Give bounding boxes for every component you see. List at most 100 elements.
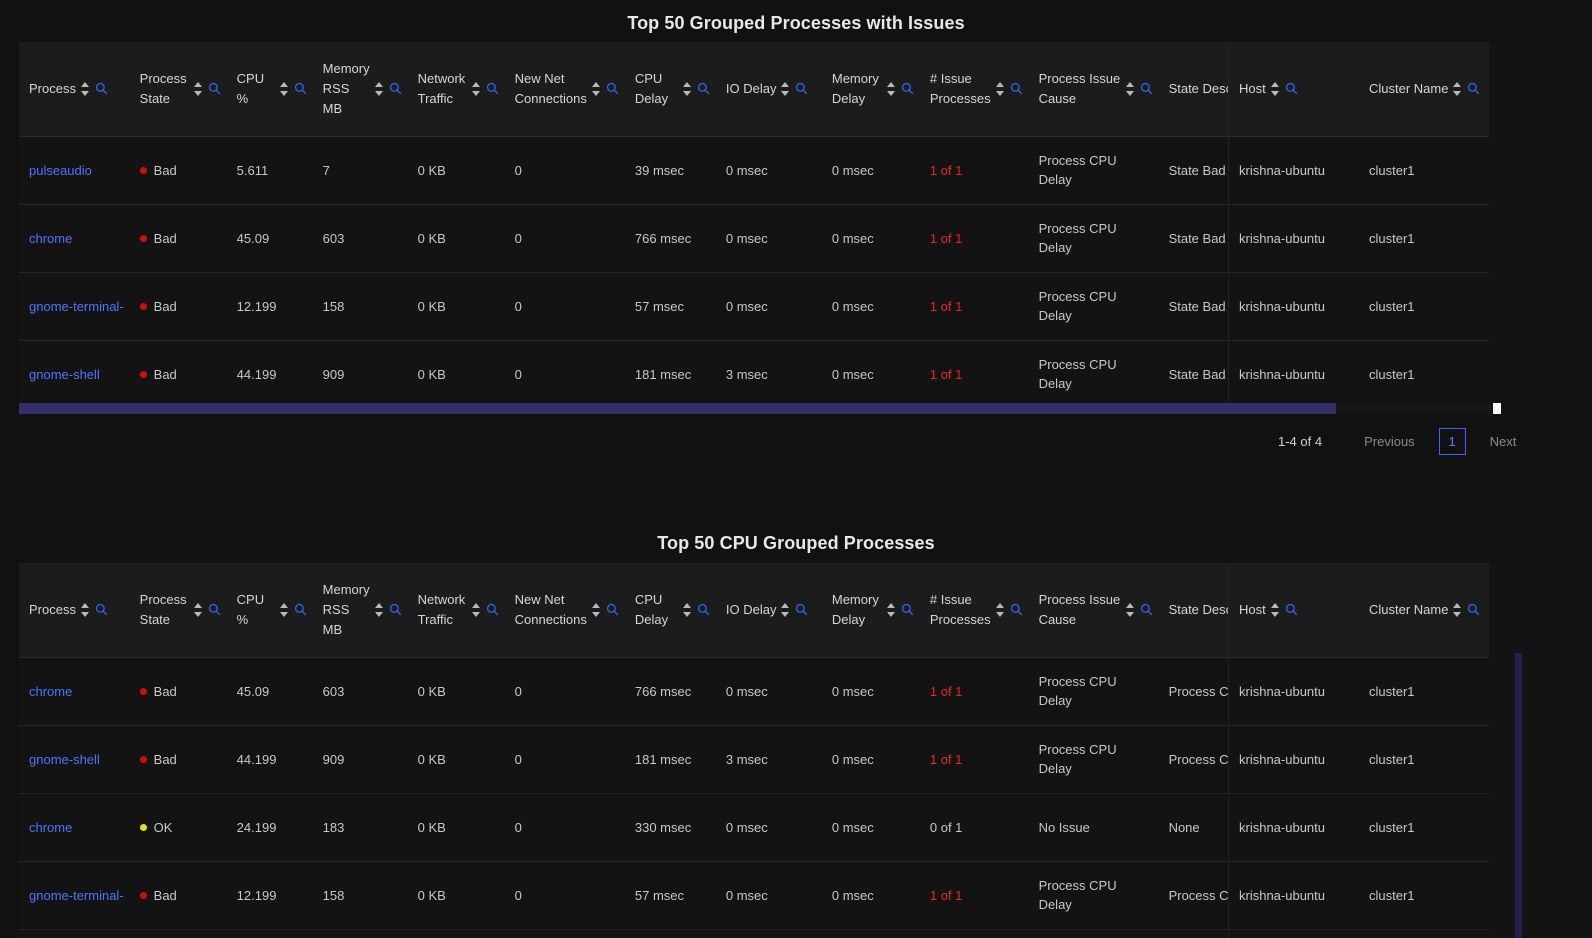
search-icon[interactable]	[389, 82, 402, 95]
process-link[interactable]: chrome	[29, 231, 72, 246]
search-icon[interactable]	[795, 603, 808, 616]
search-icon[interactable]	[95, 603, 108, 616]
search-icon[interactable]	[1285, 82, 1298, 95]
column-header-issue_procs[interactable]: # Issue Processes	[919, 563, 1029, 658]
table2-vscroll-thumb[interactable]	[1515, 653, 1522, 938]
sort-icon[interactable]	[591, 602, 601, 618]
page-1-button[interactable]: 1	[1438, 428, 1466, 455]
table-row[interactable]: krishna-ubuntu cluster1	[1229, 340, 1489, 402]
search-icon[interactable]	[795, 82, 808, 95]
sort-icon[interactable]	[279, 81, 289, 97]
search-icon[interactable]	[208, 603, 221, 616]
table2-vertical-scrollbar[interactable]	[1515, 653, 1522, 938]
column-header-mem_rss_mb[interactable]: Memory RSS MB	[312, 42, 408, 137]
column-header-issue_procs[interactable]: # Issue Processes	[919, 42, 1029, 137]
process-link[interactable]: pulseaudio	[29, 163, 92, 178]
table1-frozen-right-pane[interactable]: Host Cluster Name krishna-ubuntu cluster1 kr…	[1228, 42, 1592, 402]
sort-icon[interactable]	[80, 602, 90, 618]
sort-icon[interactable]	[193, 602, 203, 618]
cell-process[interactable]: gnome-shell	[19, 725, 130, 794]
column-header-process[interactable]: Process	[19, 42, 130, 137]
column-header-cpu_pct[interactable]: CPU %	[226, 42, 313, 137]
sort-icon[interactable]	[1270, 81, 1280, 97]
search-icon[interactable]	[1010, 603, 1023, 616]
table-row[interactable]: chrome Bad 45.09 603 0 KB 0 766 msec 0 msec 0 ms…	[19, 657, 1253, 726]
sort-icon[interactable]	[279, 602, 289, 618]
column-header-issue_cause[interactable]: Process Issue Cause	[1028, 563, 1159, 658]
table-row[interactable]: chrome Bad 45.09 603 0 KB 0 766 msec 0 msec 0 ms…	[19, 204, 1311, 273]
sort-icon[interactable]	[781, 602, 790, 618]
cell-process[interactable]: chrome	[19, 793, 130, 862]
previous-page-button[interactable]: Previous	[1350, 434, 1429, 449]
cell-process[interactable]: chrome	[19, 204, 130, 273]
table-row[interactable]: krishna-ubuntu cluster1	[1229, 657, 1489, 726]
table-row[interactable]: chrome OK 24.199 183 0 KB 0 330 msec 0 msec 0 ms…	[19, 793, 1253, 862]
column-header-host[interactable]: Host	[1229, 42, 1359, 137]
search-icon[interactable]	[1140, 603, 1153, 616]
sort-icon[interactable]	[471, 602, 481, 618]
column-header-cpu_pct[interactable]: CPU %	[226, 563, 313, 658]
search-icon[interactable]	[606, 603, 619, 616]
search-icon[interactable]	[606, 82, 619, 95]
sort-icon[interactable]	[193, 81, 203, 97]
process-link[interactable]: gnome-terminal-	[29, 888, 124, 903]
sort-icon[interactable]	[591, 81, 601, 97]
table1-hscroll-thumb[interactable]	[19, 403, 1336, 414]
table-row[interactable]: krishna-ubuntu cluster1	[1229, 136, 1489, 205]
search-icon[interactable]	[697, 603, 710, 616]
column-header-cpu_delay[interactable]: CPU Delay	[624, 42, 716, 137]
table2-frozen-right-pane[interactable]: Host Cluster Name krishna-ubuntu cluster1 kr…	[1228, 563, 1592, 938]
sort-icon[interactable]	[80, 81, 90, 97]
cell-process[interactable]: gnome-shell	[19, 340, 130, 402]
column-header-process_state[interactable]: Process State	[129, 42, 227, 137]
sort-icon[interactable]	[374, 602, 384, 618]
table-row[interactable]: gnome-shell Bad 44.199 909 0 KB 0 181 msec 3 ms…	[19, 725, 1253, 794]
search-icon[interactable]	[901, 82, 914, 95]
column-header-host[interactable]: Host	[1229, 563, 1359, 658]
search-icon[interactable]	[1467, 82, 1480, 95]
search-icon[interactable]	[901, 603, 914, 616]
sort-icon[interactable]	[781, 81, 790, 97]
process-link[interactable]: gnome-shell	[29, 367, 100, 382]
table-row[interactable]: pulseaudio Bad 5.611 7 0 KB 0 39 msec 0 msec 0 m…	[19, 136, 1311, 205]
column-header-issue_cause[interactable]: Process Issue Cause	[1028, 42, 1159, 137]
process-link[interactable]: chrome	[29, 684, 72, 699]
table-row[interactable]: krishna-ubuntu cluster1	[1229, 272, 1489, 341]
search-icon[interactable]	[1140, 82, 1153, 95]
sort-icon[interactable]	[1125, 602, 1135, 618]
sort-icon[interactable]	[995, 81, 1005, 97]
table-row[interactable]: krishna-ubuntu cluster1	[1229, 861, 1489, 930]
column-header-net_traffic[interactable]: Network Traffic	[407, 42, 505, 137]
process-link[interactable]: gnome-shell	[29, 752, 100, 767]
search-icon[interactable]	[95, 82, 108, 95]
sort-icon[interactable]	[374, 81, 384, 97]
column-header-cluster_name[interactable]: Cluster Name	[1359, 563, 1489, 658]
sort-icon[interactable]	[682, 602, 692, 618]
cell-process[interactable]: chrome	[19, 657, 130, 726]
search-icon[interactable]	[294, 603, 307, 616]
column-header-io_delay[interactable]: IO Delay	[715, 42, 822, 137]
process-link[interactable]: gnome-terminal-	[29, 299, 124, 314]
column-header-process[interactable]: Process	[19, 563, 130, 658]
sort-icon[interactable]	[995, 602, 1005, 618]
table-row[interactable]: krishna-ubuntu cluster1	[1229, 725, 1489, 794]
cell-process[interactable]: gnome-terminal-	[19, 861, 130, 930]
search-icon[interactable]	[697, 82, 710, 95]
search-icon[interactable]	[486, 82, 499, 95]
sort-icon[interactable]	[471, 81, 481, 97]
column-header-process_state[interactable]: Process State	[129, 563, 227, 658]
next-page-button[interactable]: Next	[1476, 434, 1531, 449]
search-icon[interactable]	[1010, 82, 1023, 95]
table-row[interactable]: gnome-terminal- Bad 12.199 158 0 KB 0 57 msec 0…	[19, 272, 1311, 341]
column-header-net_traffic[interactable]: Network Traffic	[407, 563, 505, 658]
column-header-new_net_conn[interactable]: New Net Connections	[504, 42, 625, 137]
column-header-io_delay[interactable]: IO Delay	[715, 563, 822, 658]
search-icon[interactable]	[1285, 603, 1298, 616]
search-icon[interactable]	[389, 603, 402, 616]
search-icon[interactable]	[208, 82, 221, 95]
column-header-cpu_delay[interactable]: CPU Delay	[624, 563, 716, 658]
search-icon[interactable]	[1467, 603, 1480, 616]
table1-horizontal-scrollbar[interactable]	[19, 403, 1496, 414]
table-row[interactable]: krishna-ubuntu cluster1	[1229, 204, 1489, 273]
sort-icon[interactable]	[1453, 81, 1462, 97]
